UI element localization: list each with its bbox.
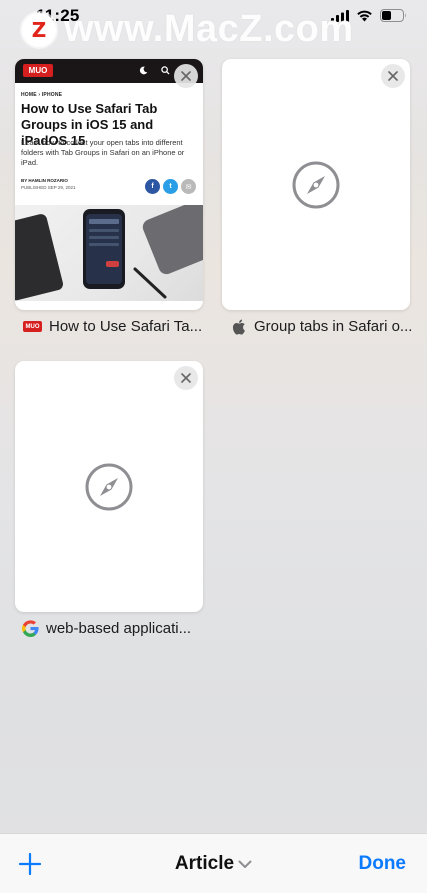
preview-image-graphic [15,205,203,301]
muo-favicon-icon: MUO [23,321,42,332]
google-icon [22,620,39,637]
search-icon [161,66,170,75]
close-icon [181,373,191,383]
facebook-icon: f [145,179,160,194]
preview-description: Learn how to collect your open tabs into… [21,138,185,167]
email-icon: ✉ [181,179,196,194]
muo-logo: MUO [23,64,53,77]
apple-icon [232,319,245,335]
tab-label-1[interactable]: MUO How to Use Safari Ta... [23,318,202,335]
tab-group-title: Article [174,853,235,874]
tab-card-2[interactable] [222,59,410,310]
tab-close-button[interactable] [381,64,405,88]
chevron-down-icon [238,860,252,868]
wifi-icon [357,10,372,21]
safari-compass-icon [292,161,340,209]
tab-close-button[interactable] [174,64,198,88]
tab-title: Group tabs in Safari o... [254,318,413,335]
tab-title: web-based applicati... [46,620,192,637]
tab-close-button[interactable] [174,366,198,390]
battery-icon [380,9,406,22]
close-icon [181,71,191,81]
twitter-icon: t [163,179,178,194]
tab-label-3[interactable]: web-based applicati... [22,620,191,637]
preview-breadcrumb: HOME › IPHONE [21,92,63,98]
bottom-toolbar: Article Done [0,833,427,893]
close-icon [388,71,398,81]
tab-card-1[interactable]: MUO HOME › IPHONE How to Use Safari Tab … [15,59,203,310]
done-button[interactable]: Done [359,853,407,875]
preview-author: BY HAMLIN ROZARIO [21,178,68,183]
preview-image [15,205,203,301]
tab-label-2[interactable]: Group tabs in Safari o... [230,318,412,335]
watermark-logo: Z [22,12,56,47]
tab-title: How to Use Safari Ta... [49,318,203,335]
watermark: Z www.MacZ.com [22,8,354,51]
moon-icon [139,66,148,75]
watermark-text: www.MacZ.com [64,8,354,50]
safari-compass-icon [85,463,133,511]
preview-date: PUBLISHED SEP 29, 2021 [21,185,76,190]
tab-card-3[interactable] [15,361,203,612]
